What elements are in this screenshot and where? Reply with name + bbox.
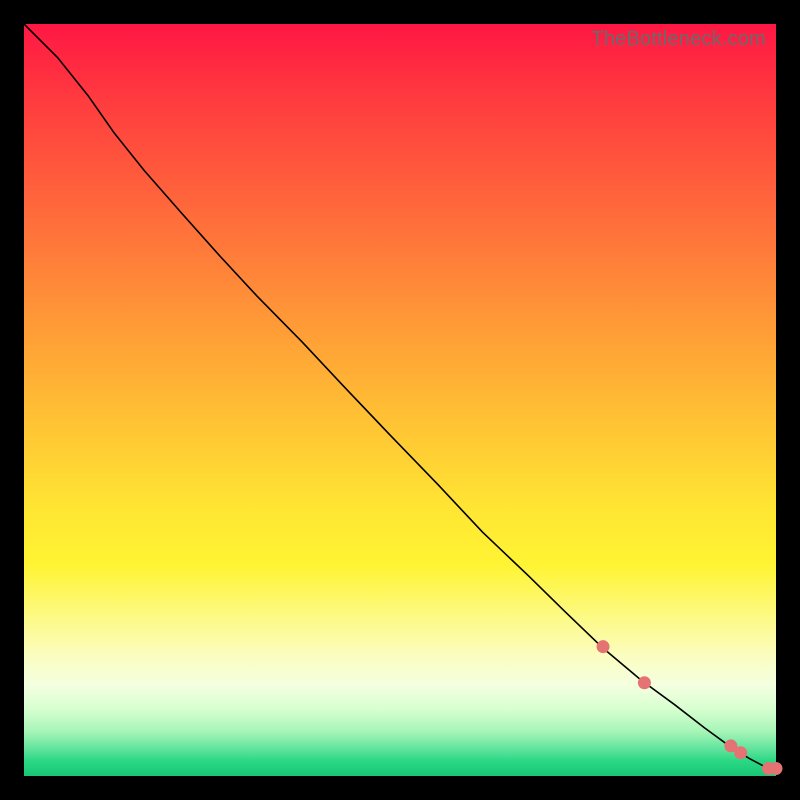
stage: TheBottleneck.com: [0, 0, 800, 800]
curve-line: [24, 24, 776, 768]
plot-area: TheBottleneck.com: [24, 24, 776, 776]
curve-markers: [441, 486, 782, 774]
marker-dot: [597, 641, 609, 653]
marker-segment: [441, 486, 486, 533]
chart-svg: [24, 24, 776, 776]
marker-dot: [770, 762, 782, 774]
marker-dot: [638, 677, 650, 689]
marker-segment: [683, 710, 724, 741]
marker-dot: [735, 747, 747, 759]
